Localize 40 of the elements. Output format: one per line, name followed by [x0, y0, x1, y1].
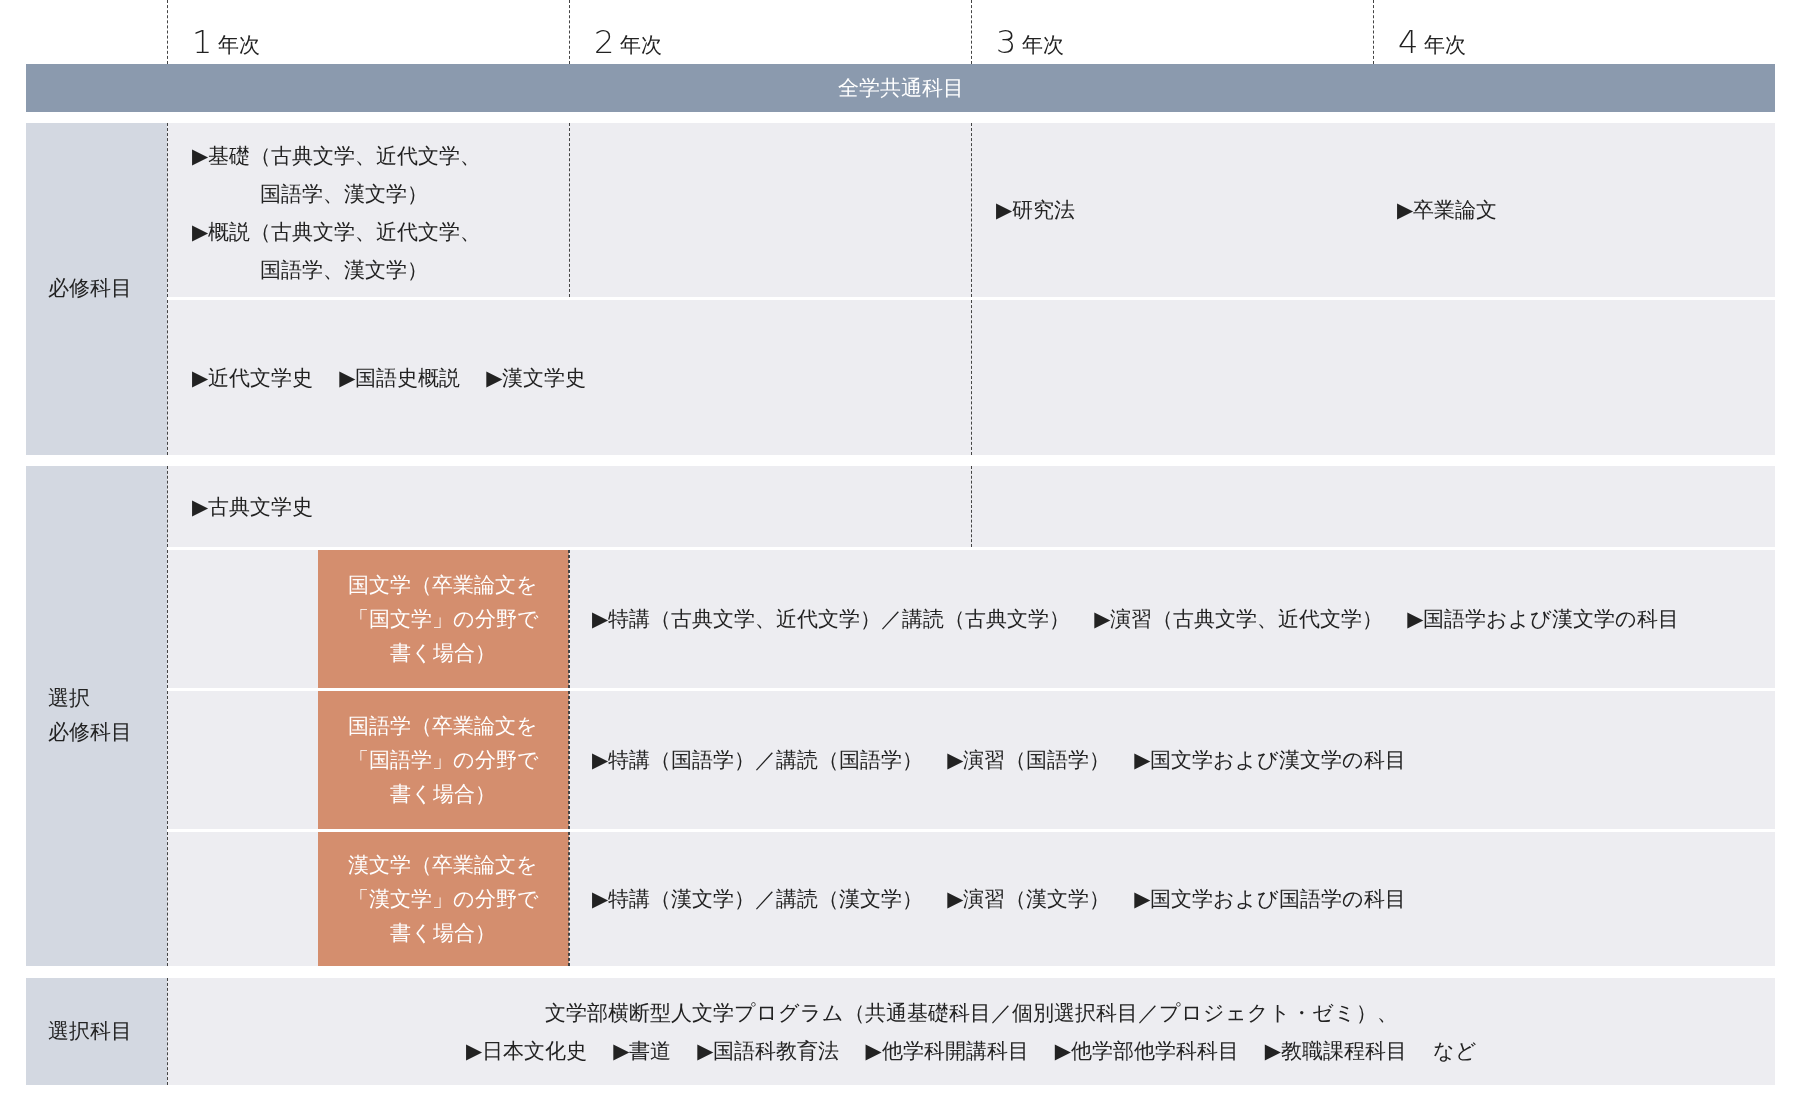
year-number: 2 [594, 26, 615, 58]
course-item: ▶卒業論文 [1397, 197, 1498, 224]
year-number: 3 [996, 26, 1017, 58]
course-item: ▶他学科開講科目 [865, 1037, 1029, 1065]
course-item: ▶特講（国語学）／講読（国語学） [592, 747, 924, 774]
course-item: ▶国文学および国語学の科目 [1134, 886, 1407, 913]
specialization-box: 国語学（卒業論文を 「国語学」の分野で 書く場合） [318, 691, 569, 829]
course-item: ▶近代文学史 [192, 364, 314, 392]
course-item: ▶演習（国語学） [947, 747, 1111, 774]
year-number: 1 [192, 26, 213, 58]
category-label: 選択科目 [26, 978, 167, 1085]
course-item: ▶他学部他学科科目 [1054, 1037, 1239, 1065]
course-item: ▶特講（漢文学）／講読（漢文学） [592, 886, 924, 913]
course-item: ▶国文学および漢文学の科目 [1134, 747, 1407, 774]
course-item: など [1432, 1037, 1477, 1065]
course-item: ▶演習（漢文学） [947, 886, 1111, 913]
course-item: ▶特講（古典文学、近代文学）／講読（古典文学） [592, 606, 1071, 633]
course-item: ▶基礎（古典文学、近代文学、 国語学、漢文学） [192, 143, 483, 208]
specialization-box: 国文学（卒業論文を 「国文学」の分野で 書く場合） [318, 550, 569, 688]
course-item: ▶日本文化史 [466, 1037, 588, 1065]
year-label: 年次 [1424, 32, 1467, 58]
course-item: ▶古典文学史 [192, 493, 314, 521]
category-banner: 全学共通科目 [26, 64, 1775, 112]
course-item: ▶国語科教育法 [697, 1037, 840, 1065]
course-item: ▶概説（古典文学、近代文学、 国語学、漢文学） [192, 219, 483, 284]
course-item: ▶国語史概説 [339, 364, 461, 392]
category-label: 必修科目 [26, 123, 167, 455]
course-item: ▶漢文学史 [486, 364, 587, 392]
year-label: 年次 [218, 32, 261, 58]
course-item: ▶研究法 [996, 197, 1076, 224]
course-item: ▶教職課程科目 [1264, 1037, 1407, 1065]
year-number: 4 [1398, 26, 1419, 58]
course-item: ▶書道 [613, 1037, 672, 1065]
year-label: 年次 [620, 32, 663, 58]
year-label: 年次 [1022, 32, 1065, 58]
course-item: ▶国語学および漢文学の科目 [1407, 606, 1680, 633]
course-item: ▶演習（古典文学、近代文学） [1094, 606, 1384, 633]
course-description: 文学部横断型人文学プログラム（共通基礎科目／個別選択科目／プロジェクト・ゼミ）、 [545, 999, 1398, 1027]
specialization-box: 漢文学（卒業論文を 「漢文学」の分野で 書く場合） [318, 832, 569, 966]
category-label: 選択 必修科目 [26, 466, 167, 966]
